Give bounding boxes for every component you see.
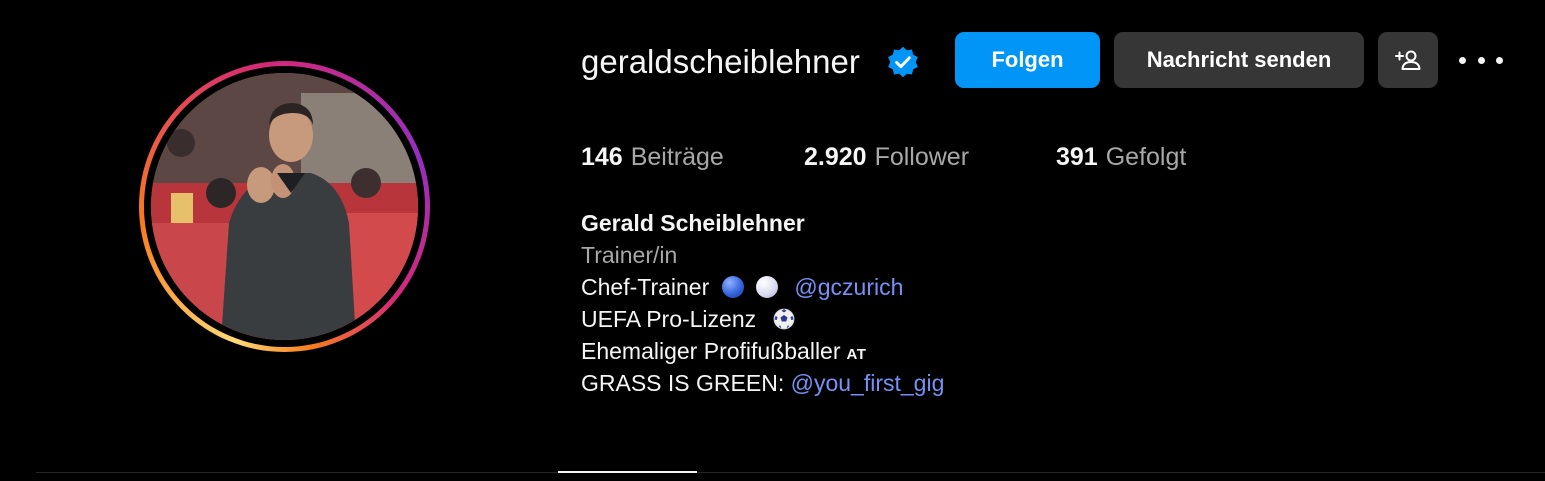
profile-category: Trainer/in [581,242,678,268]
bio-line: GRASS IS GREEN: @you_first_gig [581,368,944,398]
bio-line: Ehemaliger Profifußballer AT [581,336,866,370]
bio-line: UEFA Pro-Lizenz [581,304,795,334]
following-count-label: Gefolgt [1105,143,1187,171]
send-message-button[interactable]: Nachricht senden [1114,32,1364,88]
bio-text: UEFA Pro-Lizenz [581,306,757,332]
blue-circle-icon [721,276,744,298]
profile-avatar-ring[interactable] [139,61,430,352]
mention-link[interactable]: @gczurich [794,274,903,300]
verified-badge-icon [888,46,918,78]
mention-link[interactable]: @you_first_gig [791,370,945,396]
following-count[interactable]: 391 Gefolgt [1056,140,1186,174]
more-dot [1477,56,1485,64]
bio-text: GRASS IS GREEN: [581,370,791,396]
add-person-icon [1395,50,1421,70]
soccer-ball-icon [773,308,794,330]
full-name: Gerald Scheiblehner [581,210,805,236]
bio-line: Chef-Trainer @gczurich [581,272,903,302]
followers-count[interactable]: 2.920 Follower [804,140,969,174]
more-options-icon[interactable] [1459,44,1503,76]
white-circle-icon [756,276,779,298]
more-dot [1459,56,1466,64]
suggested-accounts-button[interactable] [1378,32,1438,88]
active-tab-indicator [558,471,697,473]
avatar[interactable] [151,73,418,340]
followers-count-label: Follower [874,143,970,171]
posts-count: 146 Beiträge [581,140,724,174]
austria-flag-icon: AT [846,346,867,363]
bio-text: Ehemaliger Profifußballer [581,338,841,364]
posts-count-label: Beiträge [630,143,724,171]
followers-count-value: 2.920 [804,143,867,171]
tabs-divider [36,472,1545,473]
bio-text: Chef-Trainer [581,274,710,300]
username: geraldscheiblehner [581,43,860,80]
avatar-photo-image [151,73,418,340]
following-count-value: 391 [1056,143,1098,171]
follow-button[interactable]: Folgen [955,32,1100,88]
posts-count-value: 146 [581,143,623,171]
more-dot [1496,56,1503,64]
